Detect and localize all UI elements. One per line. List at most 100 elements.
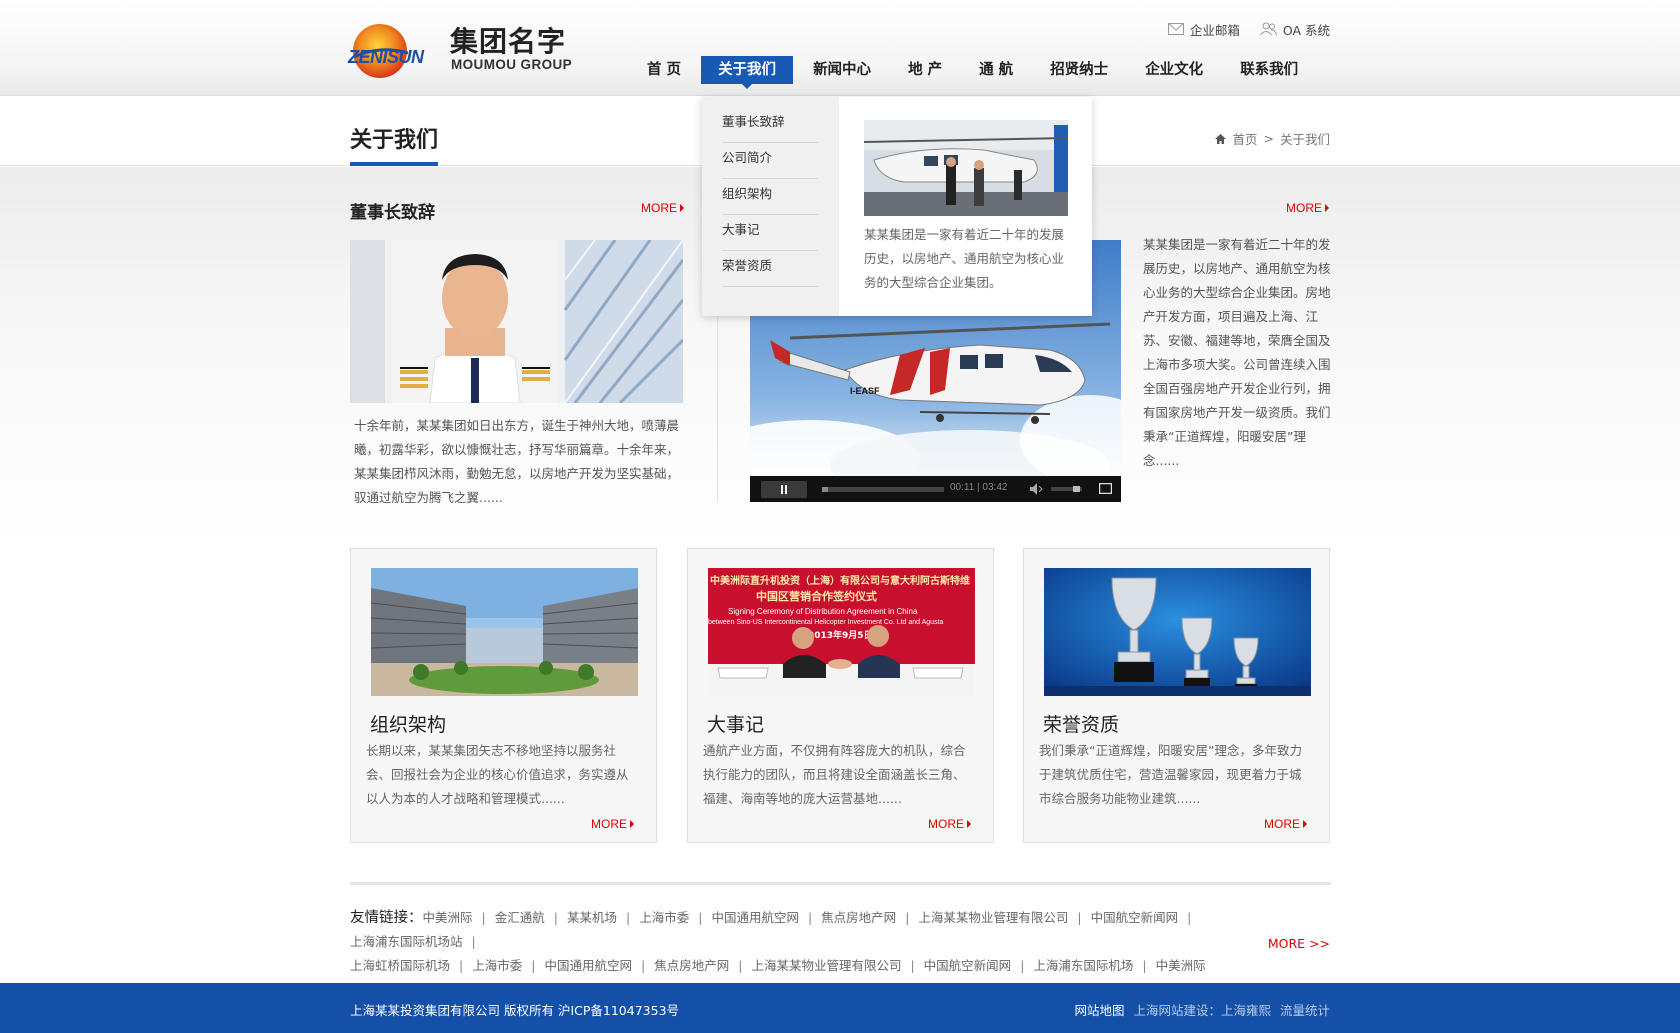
- chairman-text: 十余年前，某某集团如日出东方，诞生于神州大地，喷薄晨曦，初露华彩，欲以慷慨壮志，…: [354, 418, 680, 505]
- card-image[interactable]: [1044, 568, 1311, 696]
- nav-culture[interactable]: 企业文化: [1128, 56, 1220, 84]
- card-text: 通航产业方面，不仅拥有阵容庞大的机队，综合执行能力的团队，而且将建设全面涵盖长三…: [703, 743, 966, 806]
- card-milestones: 中美洲际直升机投资（上海）有限公司与意大利阿古斯特维 中国区营销合作签约仪式 S…: [687, 548, 994, 843]
- mail-icon: [1167, 23, 1184, 35]
- site-footer: 上海某某投资集团有限公司 版权所有 沪ICP备11047353号 网站地图 上海…: [0, 983, 1680, 1033]
- dropdown-item-honors[interactable]: 荣誉资质: [722, 251, 818, 287]
- logo[interactable]: ZENISUN 集团名字 MOUMOU GROUP: [348, 20, 578, 80]
- card-more-link[interactable]: MORE: [1264, 817, 1307, 831]
- video-time: 00:11 | 03:42: [950, 482, 1008, 493]
- friend-link[interactable]: 中国航空新闻网: [924, 958, 1012, 973]
- footer-sitemap-link[interactable]: 网站地图: [1074, 1000, 1124, 1019]
- banner-line-1: 中美洲际直升机投资（上海）有限公司与意大利阿古斯特维: [710, 574, 970, 587]
- trophies-image: [1044, 568, 1311, 696]
- volume-slider[interactable]: [1051, 486, 1082, 492]
- footer-stats-link[interactable]: 流量统计: [1280, 1000, 1330, 1019]
- card-title[interactable]: 组织架构: [370, 710, 446, 737]
- breadcrumb-home[interactable]: 首页: [1232, 129, 1257, 148]
- nav-careers[interactable]: 招贤纳士: [1033, 56, 1125, 84]
- links-divider: [350, 882, 1331, 885]
- footer-builder-link[interactable]: 上海网站建设：上海雍熙: [1133, 1000, 1271, 1019]
- banner-date: 2013年9月5日: [808, 629, 873, 641]
- link-separator: |: [553, 910, 558, 925]
- dropdown-item-structure[interactable]: 组织架构: [722, 179, 818, 215]
- link-separator: |: [625, 910, 631, 925]
- volume-icon[interactable]: [1030, 483, 1044, 495]
- friend-link[interactable]: 焦点房地产网: [654, 958, 729, 973]
- friend-link[interactable]: 上海浦东国际机场站: [350, 934, 463, 949]
- link-separator: |: [807, 910, 813, 925]
- video-progress-fill: [822, 487, 829, 492]
- banner-line-2: 中国区营销合作签约仪式: [756, 589, 877, 603]
- card-image[interactable]: [371, 568, 638, 696]
- friend-link[interactable]: 金汇通航: [495, 910, 545, 925]
- fullscreen-icon[interactable]: [1099, 483, 1112, 494]
- dropdown-text: 某某集团是一家有着近二十年的发展历史，以房地产、通用航空为核心业务的大型综合企业…: [864, 227, 1065, 290]
- card-more-link[interactable]: MORE: [928, 817, 971, 831]
- pause-button[interactable]: [761, 481, 807, 498]
- nav-news[interactable]: 新闻中心: [796, 56, 888, 84]
- dropdown-item-profile[interactable]: 公司简介: [722, 143, 818, 179]
- friend-link[interactable]: 中美洲际: [423, 910, 473, 925]
- pause-icon: [781, 485, 787, 494]
- card-title[interactable]: 荣誉资质: [1043, 710, 1119, 737]
- nav-home[interactable]: 首 页: [630, 56, 698, 84]
- dropdown-item-chairman[interactable]: 董事长致辞: [722, 107, 818, 143]
- friend-link[interactable]: 中国通用航空网: [711, 910, 799, 925]
- chevron-right-icon: [630, 820, 634, 828]
- links-more-link[interactable]: MORE >>: [1268, 936, 1330, 951]
- friend-link[interactable]: 焦点房地产网: [821, 910, 896, 925]
- nav-contact[interactable]: 联系我们: [1223, 56, 1315, 84]
- chevron-right-icon: [1303, 820, 1307, 828]
- office-building-image: [371, 568, 638, 696]
- intro-text: 某某集团是一家有着近二十年的发展历史，以房地产、通用航空为核心业务的大型综合企业…: [1143, 237, 1331, 468]
- breadcrumb-separator: >: [1263, 131, 1274, 146]
- friend-link[interactable]: 上海浦东国际机场: [1033, 958, 1133, 973]
- breadcrumb: 首页 > 关于我们: [1215, 129, 1330, 148]
- top-links: 企业邮箱 OA 系统: [1167, 20, 1330, 38]
- dropdown-image: [864, 120, 1068, 216]
- nav-aviation[interactable]: 通 航: [962, 56, 1030, 84]
- friend-link[interactable]: 上海虹桥国际机场: [350, 958, 450, 973]
- helicopter-registration: I-EASF: [850, 386, 880, 396]
- friend-link[interactable]: 某某机场: [567, 910, 617, 925]
- nav-real-estate[interactable]: 地 产: [891, 56, 959, 84]
- nav-about[interactable]: 关于我们: [701, 56, 794, 89]
- card-more-label: MORE: [591, 817, 627, 831]
- logo-english-name: MOUMOU GROUP: [451, 57, 573, 72]
- card-more-link[interactable]: MORE: [591, 817, 634, 831]
- banner-line-3: Signing Ceremony of Distribution Agreeme…: [728, 607, 918, 616]
- helicopter-exhibition-image: [864, 120, 1068, 216]
- link-separator: |: [1142, 958, 1147, 973]
- card-title[interactable]: 大事记: [707, 710, 764, 737]
- link-separator: |: [531, 958, 536, 973]
- friend-link[interactable]: 中国通用航空网: [544, 958, 632, 973]
- link-separator: |: [1020, 958, 1025, 973]
- logo-latin-text: ZENISUN: [348, 47, 424, 67]
- friend-link[interactable]: 上海市委: [639, 910, 689, 925]
- about-dropdown-menu: 董事长致辞 公司简介 组织架构 大事记 荣誉资质 某某集团是一家有着近二十年的发…: [702, 97, 1092, 316]
- friend-link[interactable]: 上海某某物业管理有限公司: [918, 910, 1068, 925]
- friend-links: 友情链接：中美洲际 | 金汇通航 | 某某机场 | 上海市委 | 中国通用航空网 | 焦点房地产网 |…: [350, 906, 1335, 978]
- link-separator: |: [1077, 910, 1082, 925]
- chairman-portrait-image: [350, 240, 683, 403]
- chairman-heading: 董事长致辞: [350, 203, 435, 223]
- footer-links: 网站地图 上海网站建设：上海雍熙 流量统计: [1074, 1000, 1330, 1019]
- link-separator: |: [471, 934, 476, 949]
- chairman-more-link[interactable]: MORE: [641, 201, 684, 215]
- video-progress-track[interactable]: [822, 487, 944, 492]
- card-image[interactable]: 中美洲际直升机投资（上海）有限公司与意大利阿古斯特维 中国区营销合作签约仪式 S…: [708, 568, 975, 696]
- friend-link[interactable]: 上海市委: [472, 958, 522, 973]
- email-link[interactable]: 企业邮箱: [1167, 20, 1240, 38]
- banner-line-4: between Sino-US Intercontinental Helicop…: [708, 619, 944, 626]
- chairman-more-label: MORE: [641, 201, 677, 215]
- friend-link[interactable]: 中国航空新闻网: [1091, 910, 1179, 925]
- link-separator: |: [738, 958, 743, 973]
- oa-link[interactable]: OA 系统: [1259, 20, 1330, 38]
- volume-knob[interactable]: [1073, 486, 1080, 492]
- chevron-right-icon: [1325, 204, 1329, 212]
- friend-link[interactable]: 上海某某物业管理有限公司: [751, 958, 901, 973]
- intro-more-link[interactable]: MORE: [1286, 201, 1329, 215]
- dropdown-item-milestones[interactable]: 大事记: [722, 215, 818, 251]
- friend-link[interactable]: 中美洲际: [1156, 958, 1206, 973]
